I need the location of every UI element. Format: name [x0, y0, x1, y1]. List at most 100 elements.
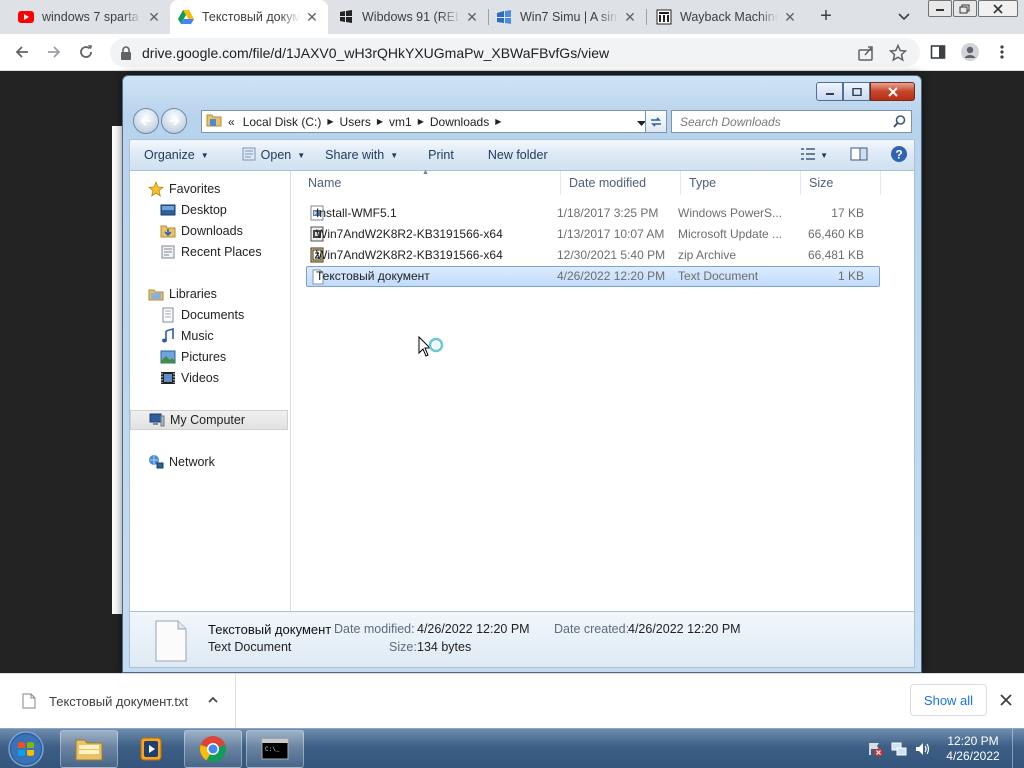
side-panel-icon[interactable]	[928, 42, 948, 62]
taskbar-chrome-button[interactable]	[184, 730, 242, 768]
address-bar[interactable]: drive.google.com/file/d/1JAXV0_wH3rQHkYX…	[110, 38, 920, 67]
tab-wibdows-91[interactable]: Wibdows 91 (REL ✕	[330, 0, 488, 34]
breadcrumb-vm1[interactable]: vm1	[389, 115, 412, 129]
organize-menu-button[interactable]: Organize ▼	[130, 140, 219, 170]
tab-win7-simu[interactable]: Win7 Simu | A sim ✕	[488, 0, 646, 34]
close-tab-icon[interactable]: ✕	[622, 9, 638, 25]
explorer-search-input[interactable]: Search Downloads	[671, 110, 912, 133]
download-file-icon	[22, 693, 36, 709]
nav-pictures[interactable]: Pictures	[130, 347, 288, 367]
folder-icon	[206, 113, 222, 130]
file-row[interactable]: Win7AndW2K8R2-KB3191566-x64 1/13/2017 10…	[306, 224, 880, 245]
explorer-back-button[interactable]	[133, 108, 159, 134]
breadcrumb-arrow-icon[interactable]: ▶	[377, 117, 383, 126]
explorer-address-bar[interactable]: « Local Disk (C:) ▶ Users ▶ vm1 ▶ Downlo…	[201, 110, 667, 133]
tab-wayback-machine[interactable]: Wayback Machine ✕	[648, 0, 806, 34]
taskbar-cmd-button[interactable]: C:\_	[246, 730, 304, 768]
file-row[interactable]: Z Win7AndW2K8R2-KB3191566-x64 12/30/2021…	[306, 245, 880, 266]
open-label: Open	[260, 148, 292, 162]
explorer-maximize-button[interactable]	[843, 82, 870, 101]
tab-windows7-sparta[interactable]: windows 7 sparta ✕	[10, 0, 170, 34]
system-clock[interactable]: 12:20 PM 4/26/2022	[936, 734, 1010, 764]
column-header-date-modified[interactable]: Date modified	[561, 171, 681, 195]
share-with-menu-button[interactable]: Share with ▼	[315, 140, 408, 170]
bookmark-star-icon[interactable]	[888, 43, 908, 62]
forward-button[interactable]	[44, 42, 64, 62]
breadcrumb-local-disk[interactable]: Local Disk (C:)	[243, 115, 322, 129]
breadcrumb-arrow-icon[interactable]: ▶	[418, 117, 424, 126]
restore-window-button[interactable]	[953, 0, 977, 17]
explorer-minimize-button[interactable]	[816, 82, 843, 101]
share-icon[interactable]	[857, 44, 875, 62]
nav-libraries[interactable]: Libraries	[130, 284, 288, 304]
breadcrumb-overflow[interactable]: «	[228, 115, 235, 129]
tab-search-chevron-icon[interactable]	[896, 8, 912, 24]
minimize-window-button[interactable]	[928, 0, 952, 17]
file-size: 66,481 KB	[807, 248, 864, 262]
profile-avatar-icon[interactable]	[960, 42, 980, 62]
download-item[interactable]: Текстовый документ.txt	[0, 674, 236, 728]
breadcrumb-users[interactable]: Users	[340, 115, 371, 129]
column-header-type[interactable]: Type	[681, 171, 801, 195]
taskbar-explorer-button[interactable]	[60, 730, 118, 768]
explorer-command-bar: Organize ▼ Open ▼ Share with ▼ Print New fo…	[129, 139, 915, 170]
action-center-flag-icon[interactable]	[867, 741, 883, 757]
lock-icon[interactable]	[120, 46, 132, 63]
show-desktop-button[interactable]	[1012, 729, 1024, 768]
search-placeholder: Search Downloads	[680, 115, 781, 129]
busy-cursor-icon	[418, 336, 444, 357]
column-name-label: Name	[308, 176, 342, 190]
taskbar-media-player-button[interactable]	[122, 730, 180, 768]
nav-network[interactable]: Network	[130, 452, 288, 472]
close-downloads-bar-icon[interactable]	[998, 692, 1014, 708]
preview-pane-icon[interactable]	[850, 147, 868, 164]
nav-desktop[interactable]: Desktop	[130, 200, 288, 220]
tab-divider	[646, 9, 647, 25]
nav-music[interactable]: Music	[130, 326, 288, 346]
print-button[interactable]: Print	[418, 140, 464, 170]
tab-title: Wibdows 91 (REL	[362, 10, 460, 24]
nav-documents[interactable]: Documents	[130, 305, 288, 325]
close-tab-icon[interactable]: ✕	[464, 9, 480, 25]
nav-recent-places[interactable]: Recent Places	[130, 242, 288, 262]
explorer-forward-button[interactable]	[161, 108, 187, 134]
help-icon[interactable]: ?	[890, 145, 908, 166]
url-text: drive.google.com/file/d/1JAXV0_wH3rQHkYX…	[142, 45, 610, 61]
favorites-star-icon	[148, 181, 164, 197]
file-name: Win7AndW2K8R2-KB3191566-x64	[316, 248, 503, 262]
file-row-selected[interactable]: Текстовый документ 4/26/2022 12:20 PM Te…	[306, 266, 880, 287]
file-row[interactable]: Install-WMF5.1 1/18/2017 3:25 PM Windows…	[306, 203, 880, 224]
search-icon[interactable]	[893, 115, 906, 131]
explorer-close-button[interactable]	[870, 82, 915, 101]
breadcrumb-arrow-icon[interactable]: ▶	[327, 117, 333, 126]
network-status-icon[interactable]	[891, 741, 907, 757]
nav-downloads[interactable]: Downloads	[130, 221, 288, 241]
file-date: 1/18/2017 3:25 PM	[557, 206, 659, 220]
new-folder-button[interactable]: New folder	[478, 140, 558, 170]
change-view-icon[interactable]	[800, 147, 816, 164]
column-header-name[interactable]: Name	[300, 171, 561, 195]
close-tab-icon[interactable]: ✕	[304, 9, 320, 25]
explorer-refresh-button[interactable]	[645, 110, 667, 133]
breadcrumb-downloads[interactable]: Downloads	[430, 115, 489, 129]
back-button[interactable]	[12, 42, 32, 62]
new-tab-button[interactable]: +	[816, 6, 836, 27]
show-all-downloads-button[interactable]: Show all	[910, 684, 987, 716]
chevron-up-icon[interactable]	[207, 694, 219, 706]
nav-videos[interactable]: Videos	[130, 368, 288, 388]
volume-icon[interactable]	[915, 741, 931, 757]
close-window-button[interactable]	[978, 0, 1018, 17]
column-header-size[interactable]: Size	[801, 171, 881, 195]
nav-my-computer[interactable]: My Computer	[130, 410, 288, 430]
view-options-dropdown-icon[interactable]: ▼	[820, 151, 828, 160]
nav-favorites[interactable]: Favorites	[130, 179, 288, 199]
file-type: zip Archive	[678, 248, 737, 262]
reload-button[interactable]	[76, 42, 96, 62]
close-tab-icon[interactable]: ✕	[146, 9, 162, 25]
tab-google-drive[interactable]: Текстовый докум ✕	[170, 0, 328, 34]
breadcrumb-arrow-icon[interactable]: ▶	[495, 117, 501, 126]
browser-menu-icon[interactable]	[992, 42, 1012, 62]
start-button-icon[interactable]	[3, 730, 49, 768]
close-tab-icon[interactable]: ✕	[782, 9, 798, 25]
open-menu-button[interactable]: Open ▼	[231, 140, 316, 170]
